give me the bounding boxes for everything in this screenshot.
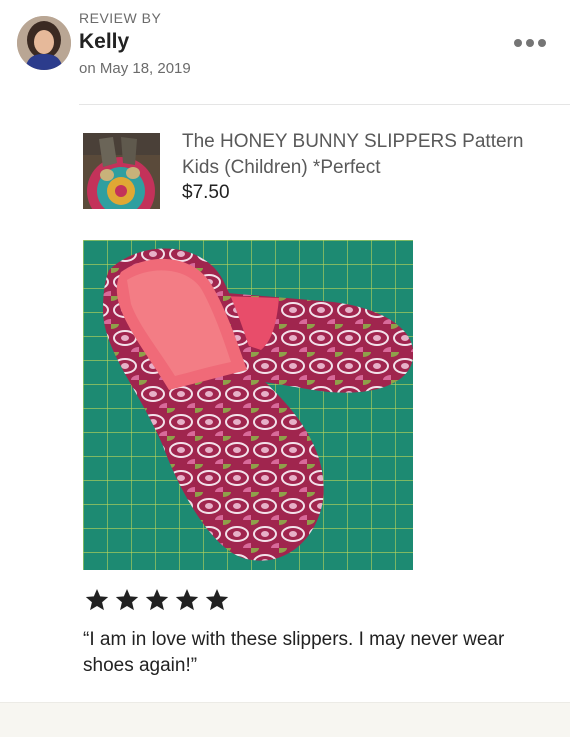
avatar-image <box>17 16 71 70</box>
slippers-photo <box>83 240 413 570</box>
star-icon <box>115 588 139 611</box>
review-text: “I am in love with these slippers. I may… <box>83 629 505 676</box>
review-date: on May 18, 2019 <box>79 60 191 77</box>
reviewer-avatar[interactable] <box>17 16 71 70</box>
more-dot <box>526 39 534 47</box>
star-icon <box>85 588 109 611</box>
header-divider <box>79 104 570 105</box>
listing-title[interactable]: The HONEY BUNNY SLIPPERS Pattern Kids (C… <box>182 129 542 181</box>
listing-price: $7.50 <box>182 182 230 203</box>
listing-thumbnail[interactable] <box>83 133 160 209</box>
thumbnail-image <box>83 133 160 209</box>
star-icon <box>145 588 169 611</box>
reviewer-name[interactable]: Kelly <box>79 30 129 54</box>
review-photo[interactable] <box>83 240 413 570</box>
star-icon <box>205 588 229 611</box>
more-options-icon[interactable] <box>514 36 552 50</box>
star-rating <box>83 587 231 613</box>
star-icon <box>175 588 199 611</box>
review-by-label: REVIEW BY <box>79 10 162 26</box>
more-dot <box>538 39 546 47</box>
footer-band <box>0 702 570 737</box>
more-dot <box>514 39 522 47</box>
